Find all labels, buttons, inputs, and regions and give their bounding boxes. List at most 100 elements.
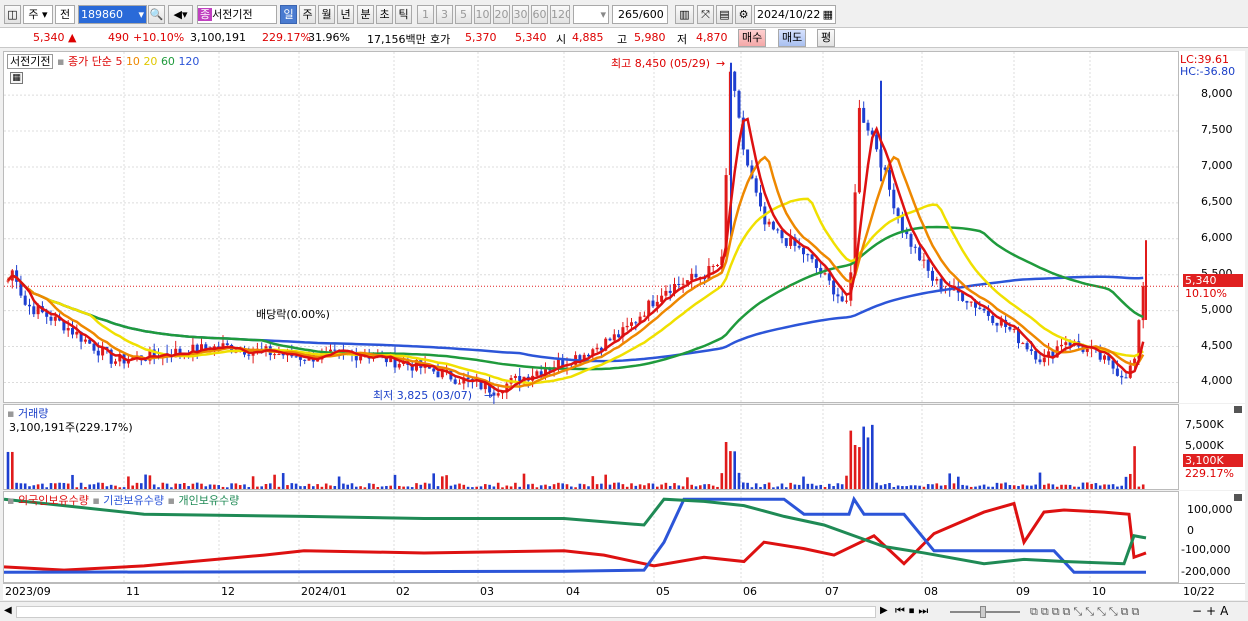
volume-bar (131, 485, 134, 489)
volume-bar (570, 486, 573, 489)
volume-bar (707, 484, 711, 489)
individual-holding-label[interactable]: 개인보유수량 (178, 494, 239, 507)
stock-code-input[interactable]: 189860 ▾ (78, 5, 147, 24)
candle-body (556, 359, 560, 368)
candle-body (888, 169, 891, 190)
count-field[interactable]: 265/600 (612, 5, 668, 24)
price-chart-pane[interactable]: 최고 8,450 (05/29) → 최저 3,825 (03/07) → 배당락(0.… (3, 51, 1180, 404)
tab-day[interactable]: 일 (280, 5, 297, 24)
scroll-right-icon[interactable]: ▶ (880, 605, 888, 616)
candle-body (612, 334, 616, 341)
volume-bar (281, 473, 285, 489)
zoom-slider-handle[interactable] (980, 606, 986, 618)
volume-bar (1051, 484, 1055, 489)
volume-bar (871, 424, 874, 489)
x-tick-label: 11 (126, 585, 140, 598)
tab-month[interactable]: 월 (318, 5, 335, 24)
stock-name-field[interactable]: 종 서전기전 (197, 5, 277, 24)
volume-bar (492, 486, 496, 489)
ma120-label: 120 (178, 55, 200, 68)
trade-volume: 3,100,191 (190, 31, 246, 44)
playback-controls[interactable]: ⏮⏹⏭ (895, 604, 932, 618)
candle-body (1021, 343, 1025, 345)
volume-bar (1073, 486, 1076, 489)
volume-bar (140, 483, 143, 489)
search-icon[interactable]: 🔍 (148, 5, 165, 24)
calendar-icon[interactable]: ▦ (823, 6, 833, 23)
chart-tool-icon[interactable]: ⤧ (697, 5, 714, 24)
candle-body (802, 247, 805, 255)
institution-holding-label[interactable]: 기관보유수량 (103, 494, 164, 507)
volume-bar (1081, 482, 1085, 489)
volume-bar (462, 484, 466, 489)
volume-info: 3,100,191주(229.17%) (9, 421, 133, 434)
volume-bar (690, 484, 693, 489)
volume-bar (1060, 484, 1063, 489)
custom-period-dropdown[interactable]: ▾ (573, 5, 609, 24)
tab-week[interactable]: 주 (299, 5, 316, 24)
volume-bar (350, 483, 354, 489)
calculator-icon[interactable]: ▦ (10, 72, 23, 84)
price-tick-label: 4,500 (1201, 338, 1233, 352)
volume-bar (496, 482, 500, 489)
minute-10[interactable]: 10 (474, 5, 491, 24)
minute-60[interactable]: 60 (531, 5, 548, 24)
volume-bar (677, 485, 681, 489)
speaker-icon[interactable]: ◀▾ (168, 5, 193, 24)
minute-120[interactable]: 120 (550, 5, 570, 24)
volume-bar (630, 483, 633, 489)
tab-minute[interactable]: 분 (357, 5, 374, 24)
zoom-controls[interactable]: −+A (1192, 604, 1232, 618)
candle-body (711, 265, 715, 267)
trade-amount: 17,156백만 (367, 33, 426, 46)
tab-second[interactable]: 초 (376, 5, 393, 24)
volume-bar (823, 487, 827, 489)
settings-icon[interactable]: ⚙ (735, 5, 752, 24)
minute-3[interactable]: 3 (436, 5, 453, 24)
save-icon[interactable]: ▤ (716, 5, 733, 24)
volume-bar (905, 486, 908, 489)
ma-type-label[interactable]: 종가 단순 (68, 55, 112, 68)
buy-button[interactable]: 매수 (738, 29, 767, 47)
candle-body (913, 246, 917, 248)
scroll-track[interactable] (16, 606, 876, 618)
scroll-left-icon[interactable]: ◀ (4, 605, 12, 616)
sell-button[interactable]: 매도 (778, 29, 807, 47)
volume-bar (174, 483, 177, 489)
tab-year[interactable]: 년 (337, 5, 354, 24)
chart-tools-icons[interactable]: ⧉⧉⧉⧉⤡⤡⤡⤡⧉⧉ (1030, 605, 1142, 619)
volume-bar (264, 483, 268, 489)
foreign-holding-label[interactable]: 외국인보유수량 (18, 494, 89, 507)
volume-bar (1133, 446, 1136, 489)
volume-bar (539, 485, 543, 489)
volume-chart-pane[interactable]: ▪ 거래량 3,100,191주(229.17%) (3, 404, 1179, 491)
minute-30[interactable]: 30 (512, 5, 529, 24)
volume-bar (836, 483, 840, 489)
minute-20[interactable]: 20 (493, 5, 510, 24)
holding-chart-pane[interactable]: ▪ 외국인보유수량 ▪ 기관보유수량 ▪ 개인보유수량 (3, 491, 1179, 584)
pane-close-icon[interactable] (1234, 406, 1242, 413)
minute-5[interactable]: 5 (455, 5, 472, 24)
tab-tick[interactable]: 틱 (395, 5, 412, 24)
volume-bar (256, 486, 259, 489)
eval-button[interactable]: 평 (817, 29, 836, 47)
candle-type-icon[interactable]: ▥ (675, 5, 694, 24)
volume-bar (883, 484, 887, 489)
stock-name-label[interactable]: 서전기전 (7, 54, 54, 69)
volume-bar (681, 486, 685, 489)
pane-close-icon[interactable] (1234, 494, 1242, 501)
window-icon[interactable]: ◫ (4, 5, 21, 24)
period-select[interactable]: 주 ▾ (23, 5, 53, 24)
low-price: 4,870 (696, 31, 728, 44)
volume-bar (144, 474, 147, 489)
volume-bar (643, 485, 646, 489)
candle-body (866, 122, 870, 131)
volume-bar (1021, 484, 1025, 489)
volume-bar (699, 485, 702, 489)
date-field[interactable]: 2024/10/22 ▦ (754, 5, 836, 24)
minute-1[interactable]: 1 (417, 5, 434, 24)
volume-bar (49, 483, 53, 489)
mode-select[interactable]: 전 (55, 5, 75, 24)
volume-bar (380, 486, 384, 489)
volume-bar (479, 486, 483, 489)
